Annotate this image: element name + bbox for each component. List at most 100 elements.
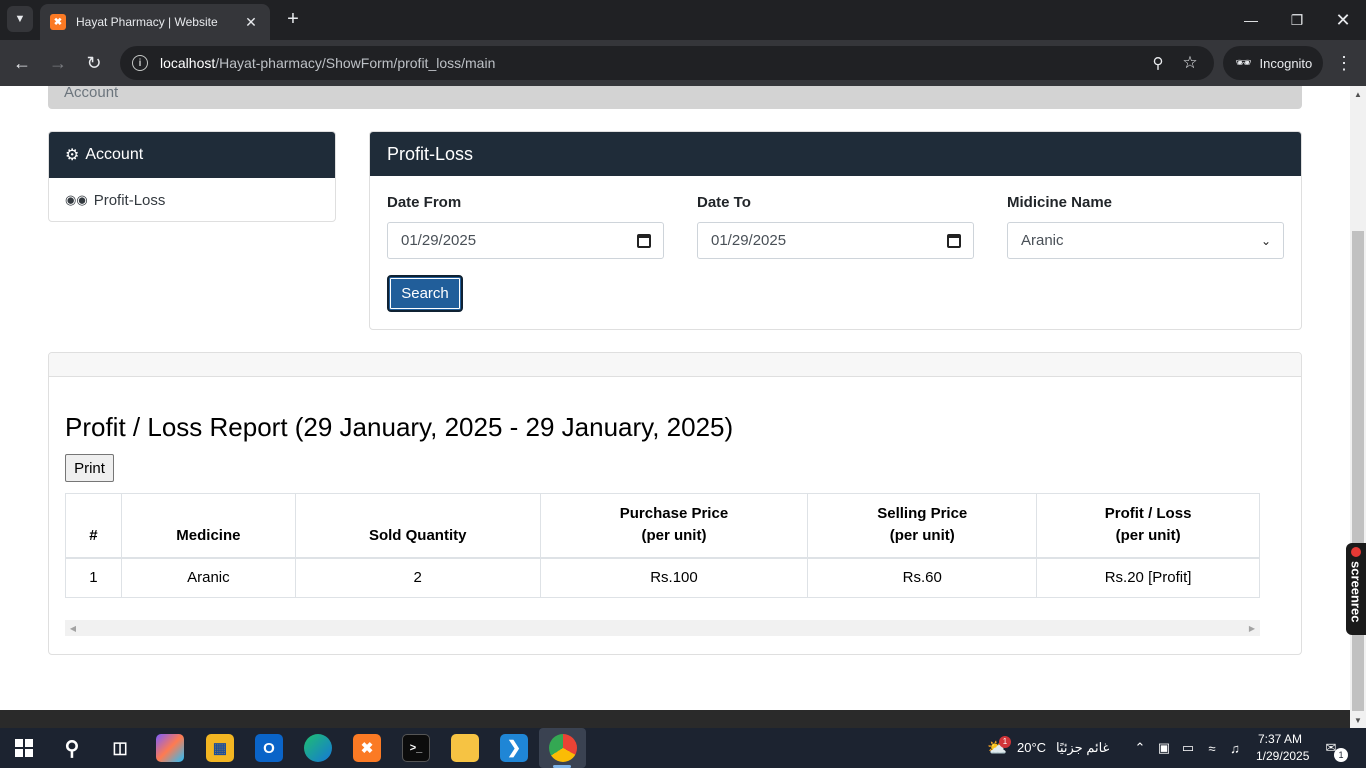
scrollbar-thumb[interactable] [1352, 231, 1364, 711]
clock-date[interactable]: 1/29/2025 [1256, 749, 1309, 763]
volume-icon[interactable]: ♫ [1227, 740, 1243, 756]
file-explorer-icon[interactable] [451, 734, 479, 762]
incognito-label: Incognito [1259, 55, 1313, 71]
weather-text: غائم جزئيًا [1056, 740, 1110, 755]
arrow-left-icon: ← [13, 52, 31, 73]
horizontal-scrollbar[interactable]: ◀ ▶ [65, 620, 1260, 636]
chevron-down-icon: ⌄ [1260, 233, 1271, 248]
scroll-right-icon[interactable]: ▶ [1244, 620, 1260, 636]
minimize-button[interactable]: — [1228, 0, 1274, 40]
vscode-icon[interactable]: ❯ [500, 734, 528, 762]
binoculars-icon: ◉◉ [65, 192, 88, 207]
weather-badge: 1 [999, 736, 1011, 748]
medicine-label: Midicine Name [1007, 194, 1113, 211]
incognito-badge[interactable]: 🕶 Incognito [1223, 46, 1323, 80]
column-header: Sold Quantity [294, 493, 541, 559]
windows-start-icon[interactable] [10, 734, 38, 762]
clock-time[interactable]: 7:37 AM [1258, 732, 1302, 746]
edge-icon[interactable] [304, 734, 332, 762]
copilot-icon[interactable] [156, 734, 184, 762]
notification-count: 1 [1334, 748, 1348, 762]
page-content: Account ⚙ Account ◉◉ Profit-Loss Profit-… [0, 86, 1350, 710]
browser-tab-bar: ▼ ✖ Hayat Pharmacy | Website ✕ + — ❐ ✕ [0, 0, 1366, 40]
date-to-value: 01/29/2025 [711, 232, 787, 249]
xampp-icon: ✖ [50, 14, 66, 30]
camera-icon[interactable]: ▣ [1156, 740, 1172, 756]
date-from-field: Date From 01/29/2025 [387, 194, 664, 259]
reload-icon: ↻ [86, 52, 102, 73]
date-from-input[interactable]: 01/29/2025 [387, 222, 664, 259]
scroll-down-icon[interactable]: ▼ [1350, 712, 1366, 728]
xampp-icon[interactable]: ✖ [353, 734, 381, 762]
column-header: Profit / Loss (per unit) [1036, 493, 1260, 559]
sidebar-title: Account [85, 146, 144, 163]
table-cell: Rs.100 [539, 557, 809, 598]
url-text: localhost/Hayat-pharmacy/ShowForm/profit… [160, 55, 496, 71]
medicine-value: Aranic [1021, 232, 1064, 249]
sidebar-card: ⚙ Account ◉◉ Profit-Loss [48, 131, 336, 222]
table-cell: Rs.20 [Profit] [1036, 557, 1260, 598]
search-button[interactable]: Search [387, 275, 463, 312]
incognito-icon: 🕶 [1235, 55, 1252, 70]
date-to-input[interactable]: 01/29/2025 [697, 222, 974, 259]
task-view-icon[interactable]: ◫ [106, 734, 134, 762]
windows-taskbar: ⚲ ◫ ▦ O ✖ >_ ❯ ⛅ 1 20°C غائم جزئيًا ⌃ ▣ … [0, 728, 1366, 768]
sidebar-item-profit-loss[interactable]: ◉◉ Profit-Loss [49, 178, 335, 221]
chevron-down-icon: ▼ [14, 13, 26, 25]
table-header-row: # Medicine Sold Quantity Purchase Price(… [65, 493, 1260, 559]
report-card: Profit / Loss Report (29 January, 2025 -… [48, 352, 1302, 655]
calendar-icon[interactable] [637, 233, 651, 248]
screenrec-widget[interactable]: screenrec [1346, 543, 1366, 635]
reload-button[interactable]: ↻ [81, 50, 107, 76]
back-button[interactable]: ← [9, 50, 35, 76]
terminal-icon[interactable]: >_ [402, 734, 430, 762]
medicine-field: Midicine Name Aranic ⌄ [1007, 194, 1284, 259]
column-header: Selling Price (per unit) [807, 493, 1038, 559]
calendar-icon[interactable] [947, 233, 961, 248]
bookmark-star-icon[interactable]: ☆ [1180, 53, 1200, 73]
scroll-left-icon[interactable]: ◀ [65, 620, 81, 636]
scroll-up-icon[interactable]: ▲ [1350, 86, 1366, 102]
chrome-icon[interactable] [549, 734, 577, 762]
sidebar-item-label: Profit-Loss [93, 191, 166, 209]
screenrec-label: screenrec [1348, 561, 1364, 623]
table-cell: 2 [294, 557, 541, 598]
zoom-icon[interactable]: ⚲ [1148, 53, 1168, 73]
wifi-icon[interactable]: ≈ [1204, 740, 1220, 756]
date-to-field: Date To 01/29/2025 [697, 194, 974, 259]
weather-temp: 20°C [1017, 740, 1047, 755]
address-bar[interactable]: i localhost/Hayat-pharmacy/ShowForm/prof… [120, 46, 1214, 80]
window-close-button[interactable]: ✕ [1320, 0, 1366, 40]
browser-tab[interactable]: ✖ Hayat Pharmacy | Website ✕ [40, 4, 270, 40]
browser-toolbar: ← → ↻ i localhost/Hayat-pharmacy/ShowFor… [0, 40, 1366, 86]
site-info-icon[interactable]: i [132, 55, 148, 71]
microsoft-store-icon[interactable]: ▦ [206, 734, 234, 762]
table-row: 1 Aranic 2 Rs.100 Rs.60 Rs.20 [Profit] [65, 557, 1260, 598]
close-icon[interactable]: ✕ [242, 14, 260, 31]
chevron-up-icon[interactable]: ⌃ [1132, 740, 1148, 756]
profit-loss-form-card: Profit-Loss Date From 01/29/2025 Date To… [369, 131, 1302, 330]
report-card-header [49, 353, 1301, 377]
tab-search-button[interactable]: ▼ [7, 6, 33, 32]
print-button[interactable]: Print [65, 454, 114, 482]
new-tab-button[interactable]: + [282, 8, 304, 30]
report-table: # Medicine Sold Quantity Purchase Price(… [65, 493, 1260, 598]
browser-menu-button[interactable]: ⋮ [1334, 50, 1354, 76]
table-cell: Rs.60 [807, 557, 1038, 598]
breadcrumb: Account [48, 86, 1302, 109]
search-icon[interactable]: ⚲ [58, 734, 86, 762]
outlook-icon[interactable]: O [255, 734, 283, 762]
medicine-select[interactable]: Aranic ⌄ [1007, 222, 1284, 259]
sidebar-header: ⚙ Account [49, 132, 335, 178]
report-title: Profit / Loss Report (29 January, 2025 -… [65, 412, 734, 442]
date-from-label: Date From [387, 194, 462, 211]
column-header: # [65, 493, 122, 559]
table-cell: 1 [65, 557, 122, 598]
form-title: Profit-Loss [370, 132, 1301, 176]
battery-icon[interactable]: ▭ [1180, 740, 1196, 756]
restore-button[interactable]: ❐ [1274, 0, 1320, 40]
record-icon [1351, 547, 1361, 557]
forward-button[interactable]: → [45, 50, 71, 76]
page-footer [0, 710, 1350, 728]
date-to-label: Date To [697, 194, 751, 211]
